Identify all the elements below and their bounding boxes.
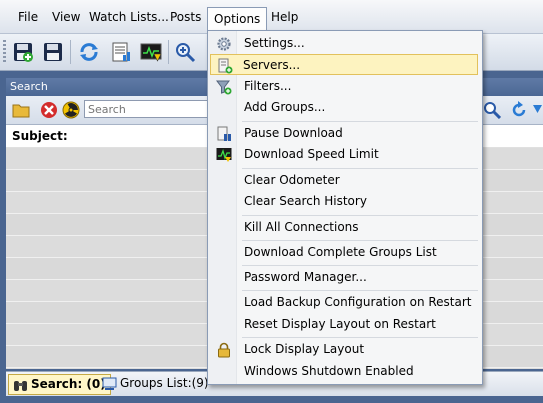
menu-separator (242, 121, 478, 122)
tab-groups-list[interactable]: Groups List:(9) (98, 374, 213, 393)
menu-separator (242, 265, 478, 266)
menu-item-label: Windows Shutdown Enabled (244, 364, 414, 378)
menu-file[interactable]: File (12, 8, 44, 26)
toolbar-separator (168, 40, 169, 64)
menu-posts[interactable]: Posts (164, 8, 207, 26)
menu-separator (242, 240, 478, 241)
refresh-icon[interactable] (78, 41, 100, 63)
lock-icon (218, 342, 230, 358)
download-speed-icon[interactable] (140, 41, 162, 63)
menu-item-label: Download Complete Groups List (244, 245, 437, 259)
menu-item-label: Clear Search History (244, 194, 367, 208)
filter-icon (216, 80, 232, 95)
menu-item-label: Servers... (243, 58, 301, 72)
menu-item-label: Settings... (244, 36, 305, 50)
menu-item-label: Download Speed Limit (244, 147, 379, 161)
menu-help[interactable]: Help (265, 8, 304, 26)
menu-separator (242, 168, 478, 169)
menu-item-add-groups[interactable]: Add Groups... (210, 97, 478, 118)
reset-icon[interactable] (510, 101, 528, 119)
save-icon[interactable] (42, 41, 64, 63)
menu-item-reset-display-layout[interactable]: Reset Display Layout on Restart (210, 314, 478, 335)
menu-item-download-speed-limit[interactable]: Download Speed Limit (210, 144, 478, 165)
radiation-icon[interactable] (62, 101, 80, 119)
groups-list-icon (102, 377, 117, 390)
tab-search-label: Search: (0) (31, 377, 106, 391)
menu-item-label: Clear Odometer (244, 173, 340, 187)
menu-watch-lists[interactable]: Watch Lists... (83, 8, 175, 26)
pause-icon (217, 126, 231, 141)
tab-groups-label: Groups List:(9) (120, 376, 209, 390)
toolbar-separator (70, 40, 71, 64)
open-folder-icon[interactable] (12, 101, 30, 119)
menu-separator (242, 290, 478, 291)
menu-item-label: Filters... (244, 79, 292, 93)
menu-view[interactable]: View (46, 8, 86, 26)
menu-item-kill-all-connections[interactable]: Kill All Connections (210, 217, 478, 238)
options-menu-dropdown: Settings... Servers... Filters... Add Gr… (207, 30, 483, 385)
download-arrow-icon[interactable] (532, 101, 543, 119)
menu-item-windows-shutdown-enabled[interactable]: Windows Shutdown Enabled (210, 361, 478, 382)
menu-item-clear-odometer[interactable]: Clear Odometer (210, 170, 478, 191)
menu-item-servers[interactable]: Servers... (210, 54, 478, 75)
save-green-icon[interactable] (12, 41, 34, 63)
menu-item-label: Password Manager... (244, 270, 367, 284)
speed-icon (216, 148, 232, 162)
gear-icon (217, 37, 231, 51)
menu-item-settings[interactable]: Settings... (210, 33, 478, 54)
menu-item-load-backup-configuration[interactable]: Load Backup Configuration on Restart (210, 292, 478, 313)
menu-item-label: Kill All Connections (244, 220, 359, 234)
menu-bar: File View Watch Lists... Posts Options H… (0, 0, 543, 34)
menu-item-label: Lock Display Layout (244, 342, 365, 356)
menu-item-label: Add Groups... (244, 100, 326, 114)
menu-item-download-complete-groups-list[interactable]: Download Complete Groups List (210, 242, 478, 263)
search-icon[interactable] (483, 101, 501, 119)
zoom-in-icon[interactable] (174, 41, 196, 63)
toolbar-grip[interactable] (3, 40, 6, 64)
cancel-icon[interactable] (40, 101, 58, 119)
menu-item-pause-download[interactable]: Pause Download (210, 123, 478, 144)
menu-separator (242, 337, 478, 338)
menu-item-label: Load Backup Configuration on Restart (244, 295, 472, 309)
menu-item-lock-display-layout[interactable]: Lock Display Layout (210, 339, 478, 360)
menu-item-label: Pause Download (244, 126, 343, 140)
document-icon[interactable] (110, 41, 132, 63)
binoculars-icon (14, 381, 27, 391)
menu-separator (242, 215, 478, 216)
server-icon (218, 58, 233, 74)
menu-item-filters[interactable]: Filters... (210, 76, 478, 97)
menu-item-password-manager[interactable]: Password Manager... (210, 267, 478, 288)
menu-item-label: Reset Display Layout on Restart (244, 317, 436, 331)
menu-item-clear-search-history[interactable]: Clear Search History (210, 191, 478, 212)
tab-search[interactable]: Search: (0) (8, 374, 111, 395)
